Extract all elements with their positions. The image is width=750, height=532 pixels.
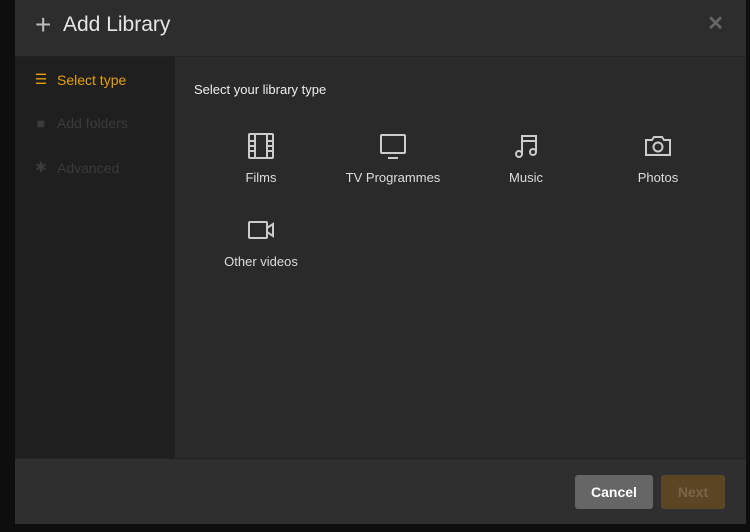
camera-icon xyxy=(645,136,671,156)
video-camera-icon xyxy=(248,221,274,239)
type-tv-programmes[interactable]: TV Programmes xyxy=(328,132,458,185)
sidebar-item-select-type[interactable]: ☰ Select type xyxy=(33,71,127,88)
dialog-title: Add Library xyxy=(63,13,171,36)
cancel-button[interactable]: Cancel xyxy=(575,475,653,509)
list-icon: ☰ xyxy=(34,71,48,87)
dialog-header: + Add Library ✕ xyxy=(15,0,746,57)
tv-icon xyxy=(380,134,406,159)
folder-icon: ■ xyxy=(36,115,46,131)
plus-icon: + xyxy=(35,9,52,40)
type-photos[interactable]: Photos xyxy=(593,132,723,185)
sidebar-item-add-folders: ■ Add folders xyxy=(33,115,128,131)
prompt-text: Select your library type xyxy=(194,82,327,97)
music-icon xyxy=(515,135,537,158)
dialog-footer: Cancel Next xyxy=(15,458,746,524)
sidebar-item-label: Select type xyxy=(57,71,127,88)
sidebar-item-label: Advanced xyxy=(57,159,120,176)
sidebar: ☰ Select type ■ Add folders ✱ Advanced xyxy=(15,57,175,458)
type-label: Films xyxy=(245,170,277,185)
sidebar-item-advanced: ✱ Advanced xyxy=(33,159,119,176)
type-label: Other videos xyxy=(224,254,298,269)
add-library-dialog: + Add Library ✕ ☰ Select type ■ Add fold… xyxy=(15,0,746,524)
type-music[interactable]: Music xyxy=(461,132,591,185)
film-icon xyxy=(248,133,274,159)
type-label: Music xyxy=(509,170,543,185)
type-other-videos[interactable]: Other videos xyxy=(196,216,326,269)
sidebar-item-label: Add folders xyxy=(57,115,128,131)
type-films[interactable]: Films xyxy=(196,132,326,185)
close-icon[interactable]: ✕ xyxy=(707,11,724,36)
type-label: Photos xyxy=(637,170,679,185)
type-label: TV Programmes xyxy=(345,170,441,185)
main-content: Select your library type Films TV Progra… xyxy=(175,57,746,458)
next-button[interactable]: Next xyxy=(661,475,725,509)
gear-icon: ✱ xyxy=(35,159,47,175)
